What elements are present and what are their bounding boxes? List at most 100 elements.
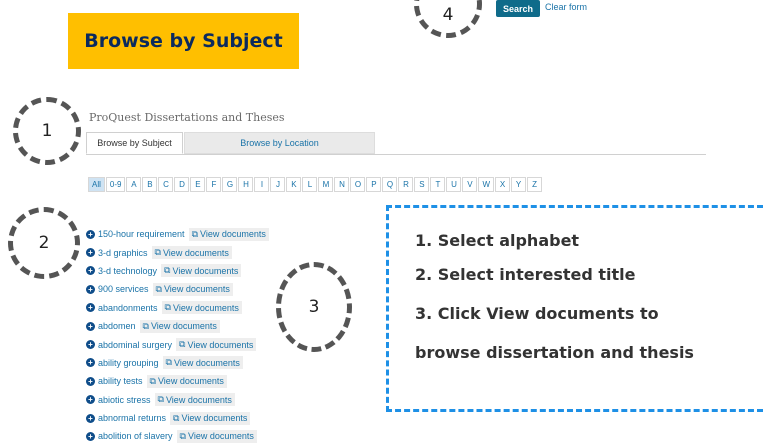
alpha-v[interactable]: V bbox=[462, 177, 478, 192]
alpha-a[interactable]: A bbox=[126, 177, 142, 192]
expand-plus-icon[interactable]: + bbox=[86, 266, 95, 276]
subject-link[interactable]: abdominal surgery bbox=[98, 340, 172, 350]
list-item: + abolition of slavery ⧉ View documents bbox=[86, 427, 269, 445]
step-2-label: 2 bbox=[38, 233, 50, 253]
view-documents-link[interactable]: ⧉ View documents bbox=[161, 264, 242, 278]
alpha-x[interactable]: X bbox=[495, 177, 511, 192]
alpha-h[interactable]: H bbox=[238, 177, 254, 192]
view-documents-link[interactable]: ⧉ View documents bbox=[162, 356, 243, 370]
subject-link[interactable]: abdomen bbox=[98, 321, 136, 331]
list-item: + ability grouping ⧉ View documents bbox=[86, 354, 269, 372]
documents-icon: ⧉ bbox=[164, 302, 171, 313]
view-documents-link[interactable]: ⧉ View documents bbox=[154, 393, 235, 407]
alpha-r[interactable]: R bbox=[398, 177, 414, 192]
alpha-k[interactable]: K bbox=[286, 177, 302, 192]
alpha-g[interactable]: G bbox=[222, 177, 238, 192]
instruction-box: 1. Select alphabet 2. Select interested … bbox=[386, 205, 763, 412]
subject-link[interactable]: 3-d technology bbox=[98, 266, 157, 276]
step-1-marker: 1 bbox=[13, 97, 81, 165]
view-documents-link[interactable]: ⧉ View documents bbox=[188, 227, 269, 241]
database-title: ProQuest Dissertations and Theses bbox=[89, 111, 285, 124]
alpha-z[interactable]: Z bbox=[527, 177, 543, 192]
alpha-e[interactable]: E bbox=[190, 177, 206, 192]
subject-link[interactable]: 150-hour requirement bbox=[98, 229, 185, 239]
expand-plus-icon[interactable]: + bbox=[86, 321, 95, 331]
step-1-label: 1 bbox=[41, 121, 53, 141]
subject-link[interactable]: abnormal returns bbox=[98, 413, 166, 423]
list-item: + 3-d technology ⧉ View documents bbox=[86, 262, 269, 280]
instruction-step-1: 1. Select alphabet bbox=[415, 231, 580, 250]
expand-plus-icon[interactable]: + bbox=[86, 358, 95, 368]
expand-plus-icon[interactable]: + bbox=[86, 413, 95, 423]
alpha-q[interactable]: Q bbox=[382, 177, 398, 192]
view-documents-label: View documents bbox=[162, 247, 229, 258]
subject-link[interactable]: 900 services bbox=[98, 284, 149, 294]
documents-icon: ⧉ bbox=[179, 339, 186, 350]
documents-icon: ⧉ bbox=[154, 247, 161, 258]
search-button[interactable]: Search bbox=[496, 0, 540, 17]
list-item: + 3-d graphics ⧉ View documents bbox=[86, 243, 269, 261]
alpha-b[interactable]: B bbox=[142, 177, 158, 192]
alpha-0-9[interactable]: 0-9 bbox=[105, 177, 126, 192]
view-documents-label: View documents bbox=[157, 376, 224, 387]
list-item: + abandonments ⧉ View documents bbox=[86, 299, 269, 317]
view-documents-link[interactable]: ⧉ View documents bbox=[146, 374, 227, 388]
expand-plus-icon[interactable]: + bbox=[86, 284, 95, 294]
list-item: + abdominal surgery ⧉ View documents bbox=[86, 335, 269, 353]
view-documents-link[interactable]: ⧉ View documents bbox=[139, 319, 220, 333]
alpha-j[interactable]: J bbox=[270, 177, 286, 192]
view-documents-label: View documents bbox=[200, 229, 266, 240]
expand-plus-icon[interactable]: + bbox=[86, 248, 95, 258]
expand-plus-icon[interactable]: + bbox=[86, 376, 95, 386]
documents-icon: ⧉ bbox=[157, 394, 164, 405]
alpha-i[interactable]: I bbox=[254, 177, 270, 192]
alpha-all[interactable]: All bbox=[88, 177, 105, 192]
expand-plus-icon[interactable]: + bbox=[86, 340, 95, 350]
view-documents-link[interactable]: ⧉ View documents bbox=[170, 411, 251, 425]
tab-browse-by-subject[interactable]: Browse by Subject bbox=[86, 132, 183, 154]
expand-plus-icon[interactable]: + bbox=[86, 303, 95, 313]
subject-link[interactable]: ability grouping bbox=[98, 358, 159, 368]
alpha-w[interactable]: W bbox=[478, 177, 495, 192]
view-documents-label: View documents bbox=[172, 265, 239, 276]
alpha-n[interactable]: N bbox=[334, 177, 350, 192]
subject-link[interactable]: abolition of slavery bbox=[98, 431, 173, 441]
tab-browse-by-location[interactable]: Browse by Location bbox=[184, 132, 375, 154]
alpha-l[interactable]: L bbox=[302, 177, 318, 192]
expand-plus-icon[interactable]: + bbox=[86, 395, 95, 405]
alpha-u[interactable]: U bbox=[446, 177, 462, 192]
alpha-y[interactable]: Y bbox=[511, 177, 527, 192]
alpha-p[interactable]: P bbox=[366, 177, 382, 192]
alpha-f[interactable]: F bbox=[206, 177, 222, 192]
subject-link[interactable]: abandonments bbox=[98, 303, 158, 313]
alpha-c[interactable]: C bbox=[158, 177, 174, 192]
view-documents-label: View documents bbox=[187, 339, 254, 350]
alpha-o[interactable]: O bbox=[350, 177, 366, 192]
clear-form-link[interactable]: Clear form bbox=[545, 2, 587, 12]
tab-label: Browse by Location bbox=[240, 138, 319, 148]
view-documents-link[interactable]: ⧉ View documents bbox=[161, 301, 242, 315]
list-item: + abiotic stress ⧉ View documents bbox=[86, 391, 269, 409]
list-item: + 150-hour requirement ⧉ View documents bbox=[86, 225, 269, 243]
subject-link[interactable]: abiotic stress bbox=[98, 395, 151, 405]
alpha-m[interactable]: M bbox=[318, 177, 334, 192]
subject-list: + 150-hour requirement ⧉ View documents +… bbox=[86, 225, 269, 446]
expand-plus-icon[interactable]: + bbox=[86, 431, 95, 441]
documents-icon: ⧉ bbox=[179, 430, 186, 441]
view-documents-link[interactable]: ⧉ View documents bbox=[176, 338, 257, 352]
step-3-marker: 3 bbox=[276, 262, 352, 352]
view-documents-label: View documents bbox=[187, 431, 254, 442]
alpha-s[interactable]: S bbox=[414, 177, 430, 192]
view-documents-link[interactable]: ⧉ View documents bbox=[152, 282, 233, 296]
view-documents-link[interactable]: ⧉ View documents bbox=[151, 246, 232, 260]
view-documents-link[interactable]: ⧉ View documents bbox=[176, 429, 257, 443]
alpha-t[interactable]: T bbox=[430, 177, 446, 192]
documents-icon: ⧉ bbox=[164, 265, 171, 276]
view-documents-label: View documents bbox=[150, 321, 217, 332]
documents-icon: ⧉ bbox=[142, 320, 149, 331]
subject-link[interactable]: ability tests bbox=[98, 376, 143, 386]
list-item: + 900 services ⧉ View documents bbox=[86, 280, 269, 298]
subject-link[interactable]: 3-d graphics bbox=[98, 248, 148, 258]
expand-plus-icon[interactable]: + bbox=[86, 229, 95, 239]
alpha-d[interactable]: D bbox=[174, 177, 190, 192]
